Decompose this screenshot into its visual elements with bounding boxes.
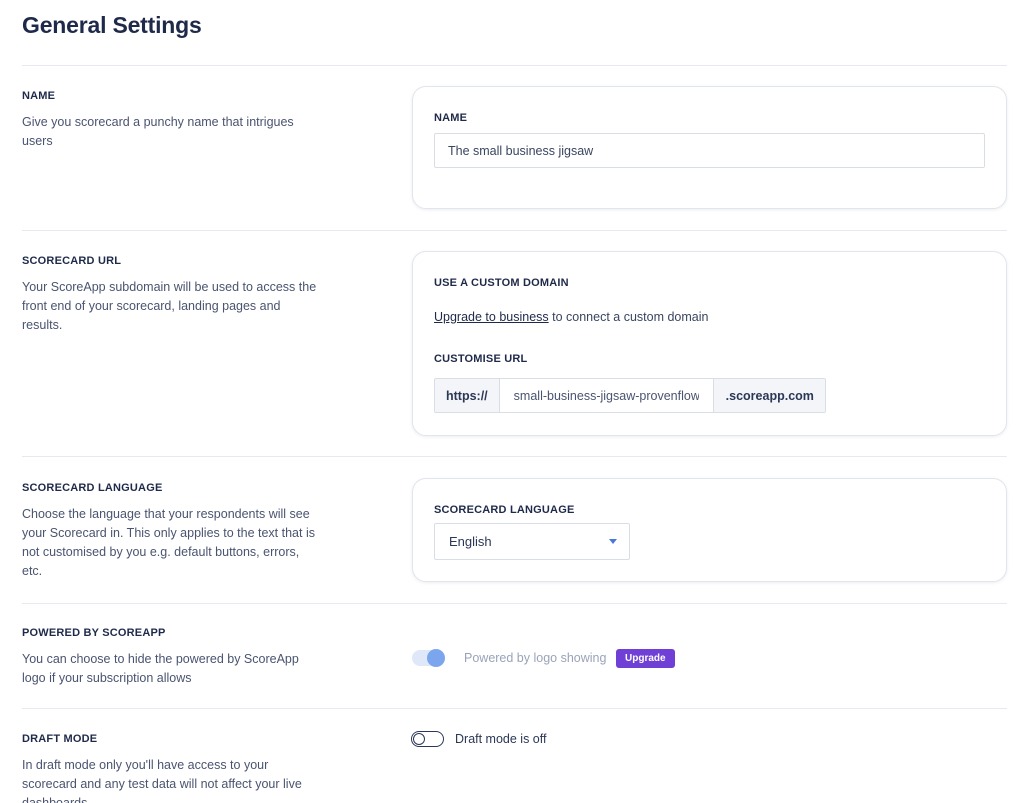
divider xyxy=(22,65,1007,66)
draft-mode-toggle-label: Draft mode is off xyxy=(455,732,547,746)
url-section-title: SCORECARD URL xyxy=(22,255,122,267)
divider xyxy=(22,230,1007,231)
upgrade-line-text: to connect a custom domain xyxy=(548,310,709,324)
language-section-title: SCORECARD LANGUAGE xyxy=(22,482,163,494)
divider xyxy=(22,456,1007,457)
divider xyxy=(22,708,1007,709)
name-field-label: NAME xyxy=(434,112,468,124)
divider xyxy=(22,603,1007,604)
scorecard-name-input[interactable] xyxy=(434,133,985,168)
powered-by-toggle[interactable] xyxy=(412,649,445,667)
customise-url-group: https:// .scoreapp.com xyxy=(434,378,826,413)
name-section-description: Give you scorecard a punchy name that in… xyxy=(22,115,294,148)
url-card: USE A CUSTOM DOMAIN Upgrade to business … xyxy=(412,251,1007,436)
customise-url-label: CUSTOMISE URL xyxy=(434,353,528,365)
url-section-description: Your ScoreApp subdomain will be used to … xyxy=(22,280,317,332)
language-field-label: SCORECARD LANGUAGE xyxy=(434,504,575,516)
upgrade-line: Upgrade to business to connect a custom … xyxy=(434,310,708,324)
chevron-down-icon xyxy=(609,539,617,544)
language-section-description: Choose the language that your respondent… xyxy=(22,507,315,578)
name-section-title: NAME xyxy=(22,90,56,102)
powered-section-title: POWERED BY SCOREAPP xyxy=(22,627,166,639)
language-card: SCORECARD LANGUAGE English xyxy=(412,478,1007,582)
toggle-knob xyxy=(413,732,425,745)
language-select[interactable]: English xyxy=(434,523,630,560)
upgrade-to-business-link[interactable]: Upgrade to business xyxy=(434,310,549,324)
powered-section-description: You can choose to hide the powered by Sc… xyxy=(22,652,299,685)
upgrade-badge[interactable]: Upgrade xyxy=(616,649,675,668)
name-card: NAME xyxy=(412,86,1007,209)
powered-by-toggle-label: Powered by logo showing xyxy=(464,651,607,665)
language-selected-value: English xyxy=(449,534,492,549)
custom-domain-label: USE A CUSTOM DOMAIN xyxy=(434,277,569,289)
page-title: General Settings xyxy=(22,12,202,38)
toggle-knob xyxy=(427,649,445,667)
draft-mode-toggle[interactable] xyxy=(411,731,444,747)
url-prefix: https:// xyxy=(435,379,500,412)
url-suffix: .scoreapp.com xyxy=(712,379,825,412)
subdomain-input[interactable] xyxy=(499,379,713,412)
draft-section-description: In draft mode only you'll have access to… xyxy=(22,758,302,803)
draft-section-title: DRAFT MODE xyxy=(22,733,98,745)
